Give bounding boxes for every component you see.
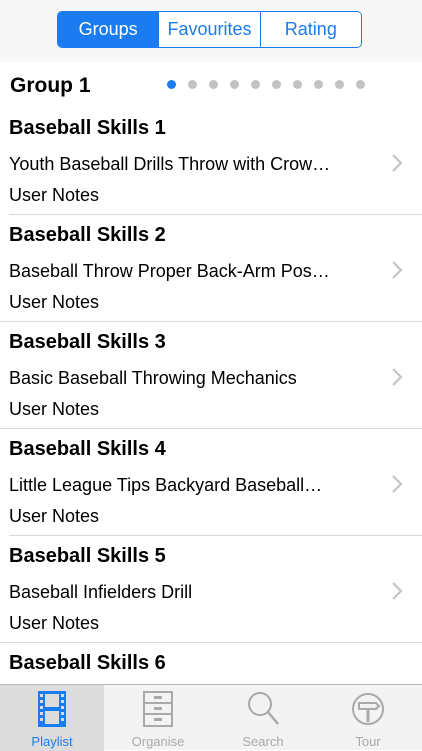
magnifier-icon: [248, 692, 279, 725]
page-dot-8[interactable]: [314, 80, 323, 89]
chevron-right-icon: [392, 475, 403, 493]
film-strip-icon: [38, 691, 66, 727]
page-dot-10[interactable]: [356, 80, 365, 89]
page-dot-5[interactable]: [251, 80, 260, 89]
chevron-right-icon: [392, 261, 403, 279]
cabinet-icon: [143, 691, 173, 727]
list-item[interactable]: Baseball Skills 3 Basic Baseball Throwin…: [0, 322, 422, 429]
segment-rating[interactable]: Rating: [259, 12, 361, 47]
tab-label: Organise: [131, 734, 185, 749]
page-dot-6[interactable]: [272, 80, 281, 89]
list-item[interactable]: Baseball Skills 1 Youth Baseball Drills …: [0, 108, 422, 215]
item-notes: User Notes: [9, 506, 100, 526]
segment-favourites[interactable]: Favourites: [158, 12, 260, 47]
item-title: Baseball Skills 6: [9, 652, 166, 674]
item-notes: User Notes: [9, 185, 100, 205]
item-title: Baseball Skills 4: [9, 438, 166, 460]
signpost-icon: [352, 693, 384, 725]
page-dot-3[interactable]: [209, 80, 218, 89]
page-dot-1[interactable]: [167, 80, 176, 89]
item-subtitle: Baseball Infielders Drill: [9, 582, 193, 602]
item-title: Baseball Skills 3: [9, 331, 166, 353]
page-dot-9[interactable]: [335, 80, 344, 89]
item-subtitle: Baseball Throw Proper Back-Arm Pos…: [9, 261, 330, 281]
item-notes: User Notes: [9, 399, 100, 419]
list-item[interactable]: Baseball Skills 4 Little League Tips Bac…: [0, 429, 422, 536]
tab-organise[interactable]: Organise: [106, 685, 210, 751]
chevron-right-icon: [392, 154, 403, 172]
tab-playlist[interactable]: Playlist: [0, 685, 104, 751]
chevron-right-icon: [392, 582, 403, 600]
item-subtitle: Basic Baseball Throwing Mechanics: [9, 368, 297, 388]
list-item[interactable]: Baseball Skills 6: [0, 643, 422, 684]
list-item[interactable]: Baseball Skills 2 Baseball Throw Proper …: [0, 215, 422, 322]
tab-label: Playlist: [31, 734, 73, 749]
item-subtitle: Youth Baseball Drills Throw with Crow…: [9, 154, 331, 174]
page-dot-2[interactable]: [188, 80, 197, 89]
page-dot-4[interactable]: [230, 80, 239, 89]
group-title: Group 1: [10, 74, 91, 97]
tab-label: Search: [242, 734, 284, 749]
page-dot-7[interactable]: [293, 80, 302, 89]
item-notes: User Notes: [9, 292, 100, 312]
list-item[interactable]: Baseball Skills 5 Baseball Infielders Dr…: [0, 536, 422, 643]
view-segmented-control[interactable]: Groups Favourites Rating: [57, 11, 362, 48]
item-title: Baseball Skills 2: [9, 224, 166, 246]
tab-search[interactable]: Search: [211, 685, 315, 751]
segment-groups[interactable]: Groups: [58, 12, 159, 47]
item-title: Baseball Skills 1: [9, 117, 166, 139]
top-bar: Groups Favourites Rating: [0, 0, 422, 62]
tab-label: Tour: [355, 734, 381, 749]
item-subtitle: Little League Tips Backyard Baseball…: [9, 475, 323, 495]
tab-tour[interactable]: Tour: [316, 685, 420, 751]
item-notes: User Notes: [9, 613, 100, 633]
tab-bar: Playlist Organise Search Tour: [0, 684, 422, 751]
chevron-right-icon: [392, 368, 403, 386]
item-title: Baseball Skills 5: [9, 545, 166, 567]
